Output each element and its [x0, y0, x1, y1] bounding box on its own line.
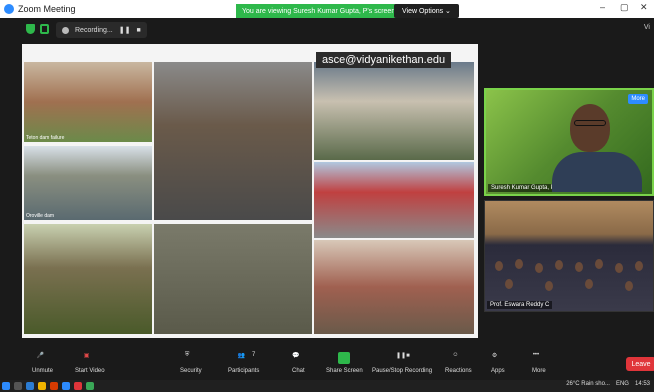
speaker-head	[570, 104, 610, 152]
security-button[interactable]: ⛨ Security	[180, 352, 202, 374]
speaker-glasses	[574, 120, 606, 126]
photo-spillway: Oroville dam	[24, 146, 152, 220]
office-icon[interactable]	[50, 382, 58, 390]
more-button[interactable]: More	[628, 94, 648, 104]
shield-icon: ⛨	[184, 352, 190, 358]
close-icon[interactable]: ✕	[640, 2, 648, 13]
participants-label: Participants	[228, 368, 260, 374]
participant-count: 7	[252, 352, 256, 358]
pause-icon[interactable]: ❚❚	[119, 26, 131, 34]
view-options-button[interactable]: View Options ⌄	[394, 4, 459, 18]
reaction-icon: ☺	[452, 352, 459, 358]
chat-label: Chat	[292, 368, 305, 374]
audience-person	[615, 263, 623, 273]
speaker-body	[552, 152, 642, 192]
unmute-label: Unmute	[32, 368, 54, 374]
start-video-button[interactable]: ▣ Start Video	[75, 352, 105, 374]
photo-caption: Teton dam failure	[26, 135, 65, 141]
photo-tilted-building	[314, 62, 474, 160]
record-dot-icon	[62, 26, 69, 34]
participants-icon: 👥	[237, 353, 246, 359]
chat-button[interactable]: 💬 Chat	[292, 352, 305, 374]
more-icon: •••	[532, 352, 540, 358]
audience-video-tile[interactable]: Prof. Eswara Reddy C	[484, 200, 654, 312]
photo-building-rubble	[314, 240, 474, 334]
more-label: More	[532, 368, 546, 374]
photo-dam-failure: Teton dam failure	[24, 62, 152, 142]
audience-person	[555, 260, 563, 270]
audience-person	[585, 279, 593, 289]
pause-stop-recording-label: Pause/Stop Recording	[372, 368, 433, 374]
slide-title: asce@vidyanikethan.edu	[316, 52, 452, 68]
reactions-button[interactable]: ☺ Reactions	[445, 352, 472, 374]
leave-button[interactable]: Leave	[626, 357, 654, 371]
reactions-label: Reactions	[445, 368, 472, 374]
window-title: Zoom Meeting	[18, 4, 76, 14]
photo-collapsed-structure	[154, 62, 312, 220]
photo-aerial-buildings	[154, 224, 312, 334]
start-video-label: Start Video	[75, 368, 105, 374]
minimize-icon[interactable]: –	[600, 2, 605, 12]
stop-icon[interactable]: ■	[136, 27, 140, 34]
security-label: Security	[180, 368, 202, 374]
zoom-taskbar-icon[interactable]	[62, 382, 70, 390]
pause-stop-recording-button[interactable]: ❚❚■ Pause/Stop Recording	[372, 352, 432, 374]
audience-person	[635, 261, 643, 271]
unmute-button[interactable]: 🎤 Unmute	[32, 352, 53, 374]
encryption-icon[interactable]	[40, 24, 49, 34]
pause-stop-icon: ❚❚■	[396, 353, 410, 359]
audience-name: Prof. Eswara Reddy C	[487, 301, 553, 309]
video-off-icon: ▣	[83, 353, 90, 359]
audience-person	[545, 281, 553, 291]
weather-text[interactable]: 26°C Rain sho...	[566, 381, 610, 387]
audience-person	[505, 279, 513, 289]
shield-icon[interactable]	[26, 24, 35, 34]
viewing-banner: You are viewing Suresh Kumar Gupta, P's …	[236, 4, 402, 18]
app-title: Zoom Meeting	[4, 4, 76, 14]
share-screen-label: Share Screen	[326, 368, 363, 374]
explorer-icon[interactable]	[38, 382, 46, 390]
more-toolbar-button[interactable]: ••• More	[532, 352, 546, 374]
photo-caption: Oroville dam	[26, 213, 55, 219]
muted-mic-icon: 🎤	[36, 353, 44, 359]
view-button[interactable]: Vi	[644, 24, 650, 31]
search-icon[interactable]	[14, 382, 22, 390]
language-indicator[interactable]: ENG	[616, 381, 629, 387]
apps-icon: ⚙	[491, 353, 498, 359]
windows-taskbar	[0, 380, 654, 392]
recording-indicator[interactable]: Recording... ❚❚ ■	[56, 22, 147, 38]
chrome-icon[interactable]	[86, 382, 94, 390]
zoom-logo-icon	[4, 4, 14, 14]
chat-icon: 💬	[292, 353, 300, 359]
maximize-icon[interactable]: ▢	[620, 2, 629, 13]
audience-person	[535, 263, 543, 273]
apps-label: Apps	[491, 368, 505, 374]
audience-person	[595, 259, 603, 269]
participants-button[interactable]: 👥 7 Participants	[228, 352, 259, 374]
apps-button[interactable]: ⚙ Apps	[491, 352, 505, 374]
share-screen-icon	[338, 352, 351, 364]
speaker-name: Suresh Kumar Gupta, P	[488, 184, 558, 192]
edge-icon[interactable]	[26, 382, 34, 390]
audience-person	[575, 262, 583, 272]
photo-landslide	[24, 224, 152, 334]
photo-port-cranes	[314, 162, 474, 238]
clock[interactable]: 14:53	[635, 381, 650, 387]
recording-label: Recording...	[75, 26, 113, 34]
audience-person	[515, 259, 523, 269]
share-screen-button[interactable]: Share Screen	[326, 352, 363, 374]
audience-person	[625, 281, 633, 291]
system-tray: 26°C Rain sho... ENG 14:53	[566, 381, 650, 387]
audience-person	[495, 261, 503, 271]
app-icon[interactable]	[74, 382, 82, 390]
start-icon[interactable]	[2, 382, 10, 390]
